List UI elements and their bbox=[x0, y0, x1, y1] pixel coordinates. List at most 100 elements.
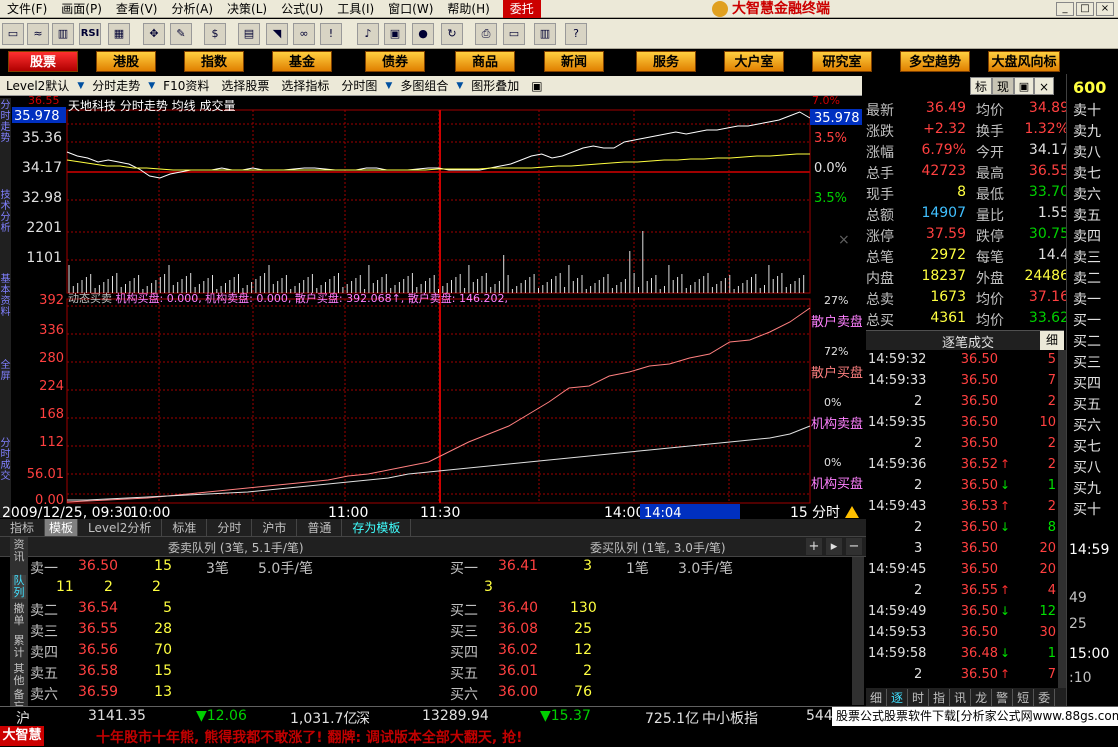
menu-item-1[interactable]: 画面(P) bbox=[54, 0, 109, 18]
sub-tab-5[interactable]: 分时图 bbox=[335, 77, 383, 94]
panel-tab-1[interactable]: 现 bbox=[992, 77, 1014, 95]
trade-menu[interactable]: 委托 bbox=[502, 0, 541, 18]
refresh-icon[interactable]: ↻ bbox=[441, 23, 463, 45]
nav-5[interactable]: 商品 bbox=[455, 51, 515, 72]
sub-tab-3[interactable]: 选择股票 bbox=[215, 77, 275, 94]
help-icon[interactable]: ? bbox=[565, 23, 587, 45]
tick-volume: 7 bbox=[1047, 667, 1056, 682]
menu-item-5[interactable]: 公式(U) bbox=[274, 0, 330, 18]
binoculars-icon[interactable]: ∞ bbox=[293, 23, 315, 45]
sub-tab-6[interactable]: 多图组合 bbox=[394, 77, 454, 94]
nav-8[interactable]: 大户室 bbox=[724, 51, 784, 72]
lower-tab-3[interactable]: 标准 bbox=[162, 519, 208, 536]
right-bottom-tab-8[interactable]: 委 bbox=[1034, 688, 1056, 706]
sub-tab-7[interactable]: 图形叠加 bbox=[465, 77, 525, 94]
menu-item-4[interactable]: 决策(L) bbox=[220, 0, 274, 18]
minimize-button[interactable]: _ bbox=[1056, 2, 1074, 16]
lower-tab-0[interactable]: 指标 bbox=[0, 519, 46, 536]
queue-price: 36.58 bbox=[78, 663, 119, 679]
disk-icon[interactable]: ● bbox=[412, 23, 434, 45]
dropdown-arrow-icon[interactable]: ▼ bbox=[454, 81, 465, 91]
right-bottom-tab-3[interactable]: 指 bbox=[929, 688, 951, 706]
minus-icon[interactable]: − bbox=[846, 538, 862, 555]
panel-tab-0[interactable]: 标 bbox=[970, 77, 992, 95]
money-icon[interactable]: $ bbox=[204, 23, 226, 45]
draw-icon[interactable]: ✎ bbox=[170, 23, 192, 45]
right-bottom-tab-4[interactable]: 讯 bbox=[950, 688, 972, 706]
queue-scrollbar[interactable] bbox=[852, 557, 864, 705]
bell-icon[interactable]: ♪ bbox=[357, 23, 379, 45]
nav-4[interactable]: 债券 bbox=[365, 51, 425, 72]
lower-tab-1[interactable]: 模板 bbox=[45, 519, 79, 536]
queue-side-tab-4[interactable]: 其他 bbox=[12, 663, 26, 687]
menu-item-7[interactable]: 窗口(W) bbox=[381, 0, 440, 18]
dropdown-arrow-icon[interactable]: ▼ bbox=[146, 81, 157, 91]
tick-price: 36.50 bbox=[960, 625, 998, 640]
window-icon[interactable]: ▭ bbox=[503, 23, 525, 45]
ad-link[interactable]: 股票公式股票软件下载[分析家公式网www.88gs.com] bbox=[832, 707, 1118, 726]
right-bottom-tab-2[interactable]: 时 bbox=[908, 688, 930, 706]
chevron-right-icon[interactable]: ▸ bbox=[826, 538, 842, 555]
lower-tab-4[interactable]: 分时 bbox=[207, 519, 253, 536]
menu-item-8[interactable]: 帮助(H) bbox=[440, 0, 496, 18]
lower-tab-6[interactable]: 普通 bbox=[297, 519, 343, 536]
alert-icon[interactable]: ! bbox=[320, 23, 342, 45]
sub-tab-1[interactable]: 分时走势 bbox=[86, 77, 146, 94]
plus-icon[interactable]: + bbox=[806, 538, 822, 555]
nav-11[interactable]: 大盘风向标 bbox=[988, 51, 1060, 72]
queue-side-tab-2[interactable]: 撤单 bbox=[12, 603, 26, 627]
move-icon[interactable]: ✥ bbox=[143, 23, 165, 45]
sub-tab-4[interactable]: 选择指标 bbox=[275, 77, 335, 94]
queue-side-tab-0[interactable]: 资讯 bbox=[12, 539, 26, 563]
chart-area[interactable]: 35.978 35.36 34.17 32.98 2201 1101 35.978 36.55… bbox=[0, 96, 866, 520]
menu-item-0[interactable]: 文件(F) bbox=[0, 0, 54, 18]
open-icon[interactable]: ▭ bbox=[2, 23, 24, 45]
queue-header: 委卖队列 (3笔, 5.1手/笔) 委买队列 (1笔, 3.0手/笔) + ▸ … bbox=[0, 537, 866, 557]
dropdown-arrow-icon[interactable]: ▼ bbox=[383, 81, 394, 91]
queue-side-tab-3[interactable]: 累计 bbox=[12, 635, 26, 659]
nav-1[interactable]: 港股 bbox=[96, 51, 156, 72]
lower-tab-7[interactable]: 存为模板 bbox=[342, 519, 412, 536]
ticker-text[interactable]: 十年股市十年熊, 熊得我都不敢涨了! 翻牌: 调试版本全部大翻天, 抢! bbox=[96, 727, 523, 747]
nav-2[interactable]: 指数 bbox=[184, 51, 244, 72]
ticks-detail-button[interactable]: 细 bbox=[1040, 331, 1064, 350]
time-axis-label: 11:00 bbox=[328, 505, 368, 520]
menu-item-3[interactable]: 分析(A) bbox=[164, 0, 220, 18]
right-bottom-tab-6[interactable]: 警 bbox=[992, 688, 1014, 706]
sub-tab-0[interactable]: Level2默认 bbox=[0, 77, 75, 94]
queue-side-tab-1[interactable]: 队列 bbox=[12, 575, 26, 599]
maximize-button[interactable]: □ bbox=[1076, 2, 1094, 16]
print-icon[interactable]: ⎙ bbox=[475, 23, 497, 45]
nav-3[interactable]: 基金 bbox=[272, 51, 332, 72]
right-bottom-tab-1[interactable]: 逐 bbox=[887, 688, 909, 706]
lower-tab-2[interactable]: Level2分析 bbox=[78, 519, 163, 536]
nav-10[interactable]: 多空趋势 bbox=[900, 51, 970, 72]
right-bottom-tab-0[interactable]: 细 bbox=[866, 688, 888, 706]
close-panel-icon[interactable]: × bbox=[1034, 77, 1054, 95]
lower-tab-5[interactable]: 沪市 bbox=[252, 519, 298, 536]
nav-0[interactable]: 股票 bbox=[8, 51, 78, 72]
nav-6[interactable]: 新闻 bbox=[544, 51, 604, 72]
tick-price: 36.50 bbox=[960, 478, 998, 493]
right-bottom-tab-7[interactable]: 短 bbox=[1013, 688, 1035, 706]
nav-7[interactable]: 服务 bbox=[636, 51, 696, 72]
chip-icon[interactable]: ▤ bbox=[238, 23, 260, 45]
menu-item-2[interactable]: 查看(V) bbox=[109, 0, 165, 18]
card-icon[interactable]: ▣ bbox=[384, 23, 406, 45]
close-button[interactable]: × bbox=[1096, 2, 1114, 16]
nav-9[interactable]: 研究室 bbox=[812, 51, 872, 72]
ticks-scrollbar[interactable] bbox=[1058, 350, 1066, 688]
queue-level: 买六 bbox=[450, 687, 478, 703]
chart-icon[interactable]: ≈ bbox=[27, 23, 49, 45]
menu-item-6[interactable]: 工具(I) bbox=[330, 0, 381, 18]
rsi-icon[interactable]: RSI bbox=[79, 23, 101, 45]
flag-icon[interactable]: ◥ bbox=[266, 23, 288, 45]
sub-tab-2[interactable]: F10资料 bbox=[157, 77, 215, 94]
restore-icon[interactable]: ▣ bbox=[1014, 77, 1034, 95]
bar-chart-icon[interactable]: ▥ bbox=[52, 23, 74, 45]
dropdown-arrow-icon[interactable]: ▼ bbox=[75, 81, 86, 91]
right-bottom-tab-5[interactable]: 龙 bbox=[971, 688, 993, 706]
grid-icon[interactable]: ▦ bbox=[108, 23, 130, 45]
books-icon[interactable]: ▥ bbox=[534, 23, 556, 45]
lock-icon[interactable]: ▣ bbox=[525, 79, 548, 93]
